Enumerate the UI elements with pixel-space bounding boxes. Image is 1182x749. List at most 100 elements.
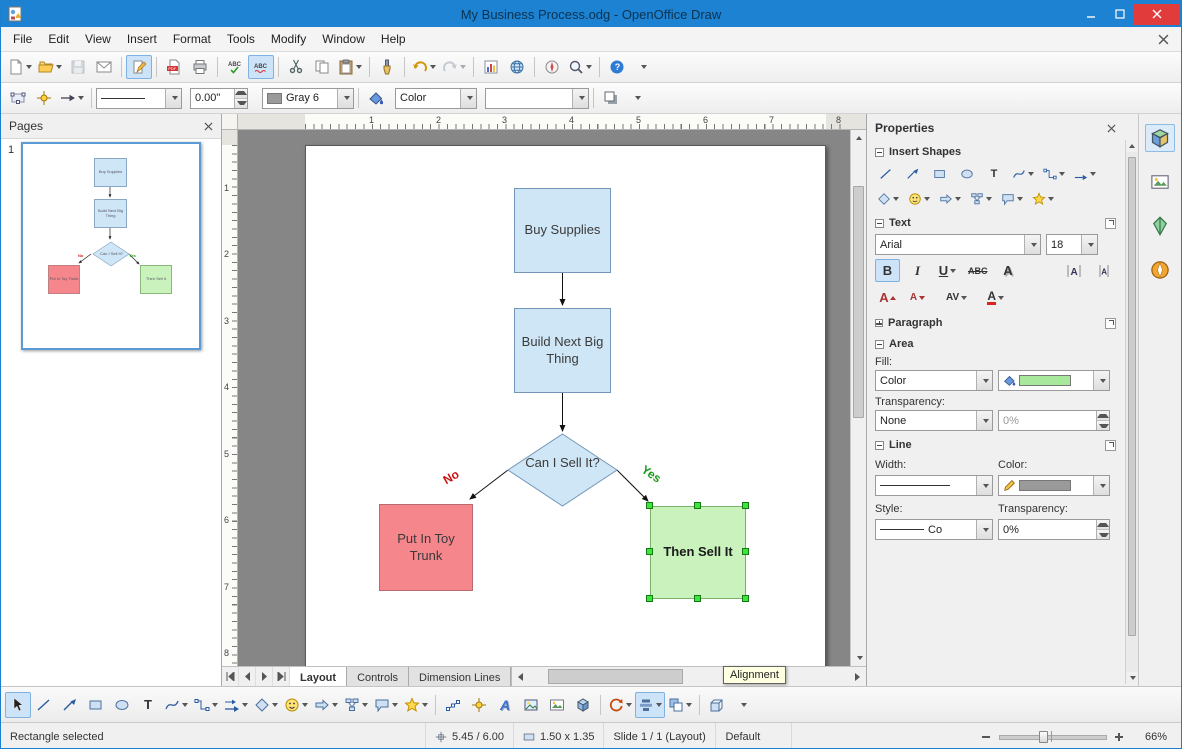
minimize-button[interactable] xyxy=(1076,4,1105,25)
insert-lines-arrows-button[interactable] xyxy=(1072,163,1098,184)
area-fill-style-select[interactable]: Color xyxy=(875,370,993,391)
vertical-ruler[interactable]: 1 2 3 4 5 6 7 8 xyxy=(222,130,238,666)
zoom-level[interactable]: 66% xyxy=(1136,723,1181,748)
navigator-button[interactable] xyxy=(539,55,565,79)
decrease-spacing-button[interactable]: A xyxy=(1091,259,1116,282)
arrange-tool-button[interactable] xyxy=(665,692,695,718)
selection-handle[interactable] xyxy=(646,595,653,602)
line-width-spin-buttons[interactable] xyxy=(234,88,247,108)
text-dialog-launcher-icon[interactable] xyxy=(1105,217,1116,229)
fill-color-dropdown-button[interactable] xyxy=(1093,371,1109,390)
tab-dimension-lines[interactable]: Dimension Lines xyxy=(409,667,512,686)
close-document-icon[interactable] xyxy=(1158,34,1169,45)
strikethrough-button[interactable]: ABC xyxy=(965,259,991,282)
decrease-font-size-button[interactable]: A xyxy=(905,286,930,309)
insert-chart-button[interactable] xyxy=(478,55,504,79)
open-button[interactable] xyxy=(35,55,65,79)
basic-shapes-button[interactable] xyxy=(875,188,901,209)
print-button[interactable] xyxy=(187,55,213,79)
curve-tool-button[interactable] xyxy=(161,692,191,718)
section-paragraph[interactable]: Paragraph xyxy=(867,311,1124,332)
area-fill-color-button[interactable] xyxy=(998,370,1110,391)
insert-connector-button[interactable] xyxy=(1041,163,1067,184)
arrowheads-button[interactable] xyxy=(57,86,87,110)
line-dialog-launcher-icon[interactable] xyxy=(1105,439,1116,451)
glue-points-tool-button[interactable] xyxy=(466,692,492,718)
insert-arrow-button[interactable] xyxy=(902,163,924,184)
increase-font-size-button[interactable]: A xyxy=(875,286,900,309)
paragraph-dialog-launcher-icon[interactable] xyxy=(1105,317,1116,329)
select-tool-button[interactable] xyxy=(5,691,31,718)
menu-tools[interactable]: Tools xyxy=(219,28,263,50)
block-arrows-button[interactable] xyxy=(937,188,963,209)
last-page-button[interactable] xyxy=(273,667,290,686)
horizontal-scroll-thumb[interactable] xyxy=(547,669,683,684)
insert-curve-button[interactable] xyxy=(1010,163,1036,184)
toolbar-options-button[interactable] xyxy=(630,55,656,79)
line-transparency-stepper[interactable]: 0% xyxy=(998,519,1110,540)
menu-modify[interactable]: Modify xyxy=(263,28,314,50)
help-button[interactable]: ? xyxy=(604,55,630,79)
selection-handle[interactable] xyxy=(694,595,701,602)
next-page-button[interactable] xyxy=(256,667,273,686)
line-color-button[interactable] xyxy=(998,475,1110,496)
first-page-button[interactable] xyxy=(222,667,239,686)
line-color-dropdown-button[interactable] xyxy=(337,88,353,108)
flowchart-tool-button[interactable] xyxy=(341,692,371,718)
scroll-up-button[interactable] xyxy=(1126,140,1138,152)
copy-button[interactable] xyxy=(309,55,335,79)
properties-scroll-thumb[interactable] xyxy=(1128,157,1136,636)
transparency-style-dropdown-button[interactable] xyxy=(976,411,992,430)
italic-button[interactable]: I xyxy=(905,259,930,282)
properties-scrollbar[interactable] xyxy=(1125,140,1138,684)
selection-handle[interactable] xyxy=(742,548,749,555)
insert-picture-tool-button[interactable] xyxy=(518,692,544,718)
selection-handle[interactable] xyxy=(742,595,749,602)
font-name-select[interactable]: Arial xyxy=(875,234,1041,255)
tab-controls[interactable]: Controls xyxy=(347,667,410,686)
selection-handle[interactable] xyxy=(646,548,653,555)
shadow-button[interactable] xyxy=(598,86,624,110)
page-thumbnail[interactable]: Buy Supplies Build Next Big Thing Can I … xyxy=(21,142,201,350)
spellcheck-button[interactable]: ABC xyxy=(222,55,248,79)
fontwork-tool-button[interactable]: A xyxy=(492,692,518,718)
undo-button[interactable] xyxy=(409,55,439,79)
arrow-tool-button[interactable] xyxy=(57,692,83,718)
menu-help[interactable]: Help xyxy=(373,28,414,50)
selection-handle[interactable] xyxy=(742,502,749,509)
collapse-icon[interactable] xyxy=(875,147,884,157)
line-tool-button[interactable] xyxy=(31,692,57,718)
line-width-select[interactable] xyxy=(875,475,993,496)
line-width-stepper[interactable]: 0.00" xyxy=(190,87,248,109)
section-insert-shapes[interactable]: Insert Shapes xyxy=(867,140,1124,161)
properties-scroll-track[interactable] xyxy=(1126,152,1138,672)
auto-spellcheck-button[interactable]: ABC xyxy=(248,55,274,79)
area-fill-style-dropdown-button[interactable] xyxy=(976,371,992,390)
line-style-select[interactable]: Co xyxy=(875,519,993,540)
text-shadow-button[interactable]: A xyxy=(996,259,1021,282)
gallery-tool-button[interactable] xyxy=(544,692,570,718)
line-style-select[interactable] xyxy=(96,87,182,109)
font-size-dropdown-button[interactable] xyxy=(1081,235,1097,254)
rectangle-tool-button[interactable] xyxy=(83,692,109,718)
flowchart-diamond-decision[interactable]: Can I Sell It? xyxy=(522,455,603,471)
collapse-icon[interactable] xyxy=(875,339,884,349)
edit-points-tool-button[interactable] xyxy=(440,692,466,718)
previous-page-button[interactable] xyxy=(239,667,256,686)
menu-view[interactable]: View xyxy=(77,28,119,50)
vertical-scrollbar[interactable] xyxy=(850,130,866,666)
app-icon[interactable] xyxy=(7,6,23,22)
scroll-down-button[interactable] xyxy=(851,650,866,666)
line-color-select[interactable]: Gray 6 xyxy=(262,87,354,109)
symbol-shapes-tool-button[interactable] xyxy=(281,692,311,718)
page-style-status[interactable]: Default xyxy=(716,723,793,748)
bold-button[interactable]: B xyxy=(875,259,900,282)
stars-tool-button[interactable] xyxy=(401,692,431,718)
insert-line-button[interactable] xyxy=(875,163,897,184)
clone-formatting-button[interactable] xyxy=(374,55,400,79)
edit-points-button[interactable] xyxy=(5,86,31,110)
horizontal-scroll-track[interactable] xyxy=(528,667,850,686)
section-line[interactable]: Line xyxy=(867,433,1124,454)
area-style-button[interactable] xyxy=(363,86,389,110)
close-button[interactable] xyxy=(1134,3,1180,25)
